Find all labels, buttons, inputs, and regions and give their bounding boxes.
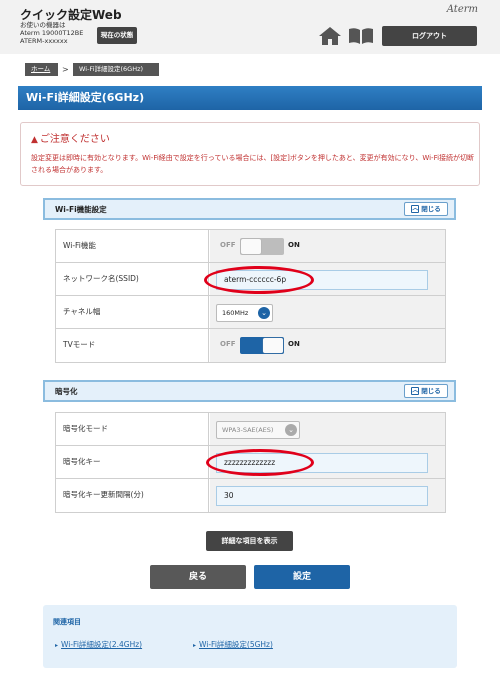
wifi-settings-table: Wi-Fi機能 OFF ON ネットワーク名(SSID) aterm-ccccc… [55, 229, 446, 363]
page-title: Wi-Fi詳細設定(6GHz) [18, 86, 482, 110]
chevron-up-icon: ︿ [411, 387, 420, 395]
tv-mode-value: OFF ON [210, 329, 445, 362]
encryption-section-header: 暗号化 ︿ 閉じる [43, 380, 456, 402]
chevron-down-icon: ⌄ [258, 307, 270, 319]
notice-text: 設定変更は即時に有効となります。Wi-Fi経由で設定を行っている場合には、[設定… [31, 154, 475, 174]
current-status-button[interactable]: 現在の状態 [97, 27, 137, 44]
toggle-off-label: OFF [220, 340, 236, 348]
toggle-knob [263, 338, 283, 353]
brand-logo: Aterm [446, 4, 478, 15]
key-renew-interval-value: 30 [210, 479, 445, 512]
row-encryption-mode: 暗号化モード WPA3-SAE(AES) ⌄ [56, 413, 445, 446]
manual-book-icon[interactable] [348, 27, 374, 45]
close-label: 閉じる [421, 205, 441, 213]
chevron-up-icon: ︿ [411, 205, 420, 213]
encryption-mode-select: WPA3-SAE(AES) ⌄ [216, 421, 300, 439]
breadcrumb-separator: > [62, 65, 69, 74]
channel-width-label: チャネル幅 [56, 296, 209, 328]
show-details-button[interactable]: 詳細な項目を表示 [206, 531, 293, 551]
row-key-renew-interval: 暗号化キー更新間隔(分) 30 [56, 479, 445, 512]
toggle-off-label: OFF [220, 241, 236, 249]
related-link-5ghz[interactable]: ▸ Wi-Fi詳細設定(5GHz) [193, 639, 273, 650]
notice-title: ▲ ご注意ください [31, 130, 110, 145]
caution-notice: ▲ ご注意ください 設定変更は即時に有効となります。Wi-Fi経由で設定を行ってい… [20, 122, 480, 186]
chevron-down-icon: ⌄ [285, 424, 297, 436]
row-tv-mode: TVモード OFF ON [56, 329, 445, 362]
toggle-track [240, 238, 284, 255]
related-link-label: Wi-Fi詳細設定(5GHz) [199, 640, 273, 649]
related-link-2-4ghz[interactable]: ▸ Wi-Fi詳細設定(2.4GHz) [55, 639, 142, 650]
set-button[interactable]: 設定 [254, 565, 350, 589]
back-button[interactable]: 戻る [150, 565, 246, 589]
encryption-mode-label: 暗号化モード [56, 413, 209, 445]
section-title-wifi: Wi-Fi機能設定 [55, 205, 107, 214]
device-info: お使いの機器は Aterm 19000T12BE ATERM-xxxxxx [20, 21, 83, 45]
key-renew-interval-label: 暗号化キー更新間隔(分) [56, 479, 209, 512]
wifi-section-close-button[interactable]: ︿ 閉じる [404, 202, 448, 216]
wifi-function-label: Wi-Fi機能 [56, 230, 209, 262]
arrow-right-icon: ▸ [55, 642, 59, 649]
home-icon[interactable] [318, 26, 342, 46]
annotation-circle-ssid [204, 266, 314, 294]
warning-icon: ▲ [31, 135, 38, 145]
logout-button[interactable]: ログアウト [382, 26, 477, 46]
related-link-label: Wi-Fi詳細設定(2.4GHz) [61, 640, 143, 649]
wifi-function-section-header: Wi-Fi機能設定 ︿ 閉じる [43, 198, 456, 220]
close-label: 閉じる [421, 387, 441, 395]
related-title: 関連項目 [53, 618, 81, 626]
device-label: お使いの機器は [20, 21, 66, 29]
related-items-panel: 関連項目 ▸ Wi-Fi詳細設定(2.4GHz) ▸ Wi-Fi詳細設定(5GHz) [43, 605, 457, 668]
row-channel-width: チャネル幅 160MHz ⌄ [56, 296, 445, 329]
ssid-label: ネットワーク名(SSID) [56, 263, 209, 295]
toggle-on-label: ON [288, 340, 300, 348]
breadcrumb-home[interactable]: ホーム [25, 63, 58, 76]
toggle-knob [241, 239, 261, 254]
wifi-function-value: OFF ON [210, 230, 445, 262]
annotation-circle-encryption-key [206, 449, 314, 476]
encryption-section-close-button[interactable]: ︿ 閉じる [404, 384, 448, 398]
channel-width-value: 160MHz ⌄ [210, 296, 445, 328]
breadcrumb-current: Wi-Fi詳細設定(6GHz) [73, 63, 159, 76]
encryption-key-label: 暗号化キー [56, 446, 209, 478]
tv-mode-label: TVモード [56, 329, 209, 362]
device-model: Aterm 19000T12BE [20, 29, 84, 37]
encryption-mode-selected: WPA3-SAE(AES) [222, 426, 274, 434]
toggle-on-label: ON [288, 241, 300, 249]
device-id: ATERM-xxxxxx [20, 37, 68, 45]
channel-width-select[interactable]: 160MHz ⌄ [216, 304, 273, 322]
encryption-mode-value: WPA3-SAE(AES) ⌄ [210, 413, 445, 445]
row-wifi-function: Wi-Fi機能 OFF ON [56, 230, 445, 263]
header: クイック設定Web お使いの機器は Aterm 19000T12BE ATERM… [0, 0, 500, 54]
section-title-encryption: 暗号化 [55, 387, 78, 396]
channel-width-selected: 160MHz [222, 309, 249, 317]
notice-title-text: ご注意ください [39, 134, 110, 145]
key-renew-interval-input[interactable]: 30 [216, 486, 428, 506]
toggle-track [240, 337, 284, 354]
arrow-right-icon: ▸ [193, 642, 197, 649]
